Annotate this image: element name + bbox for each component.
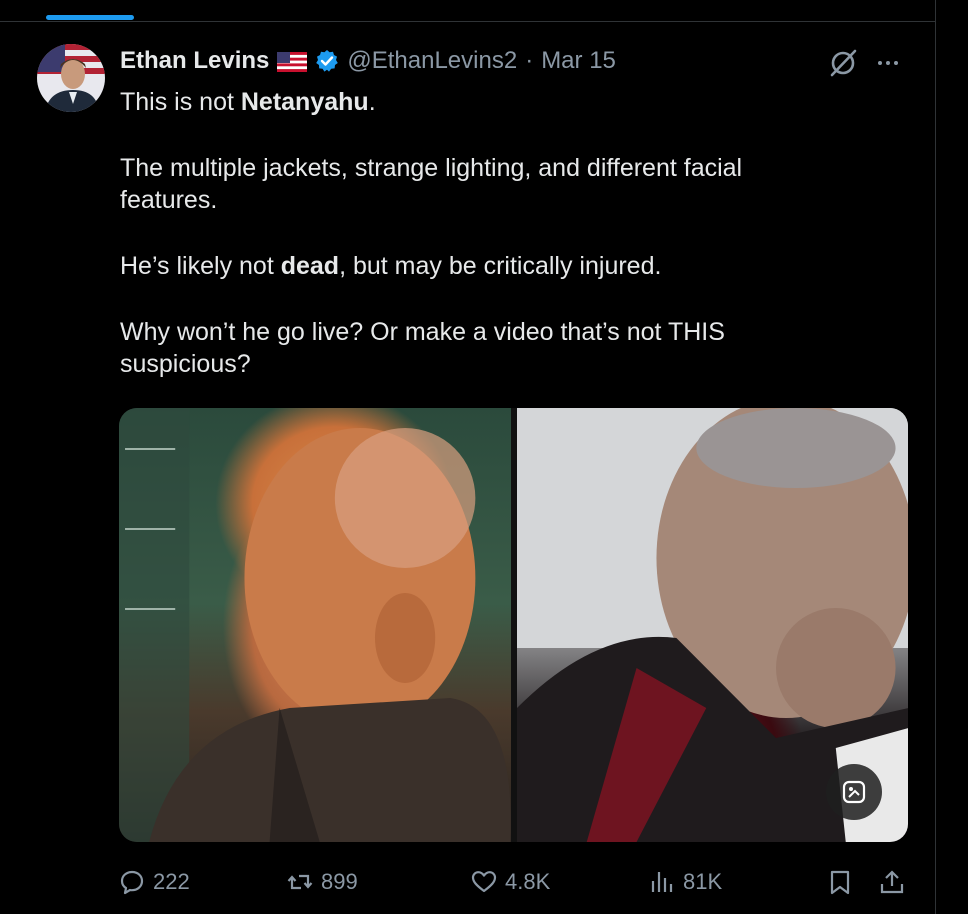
- repost-icon: [287, 874, 313, 890]
- avatar-image: [37, 44, 105, 112]
- share-button[interactable]: [879, 869, 905, 895]
- reply-button[interactable]: 222: [119, 869, 190, 895]
- more-dot: [886, 61, 890, 65]
- post-text: This is not Netanyahu. The multiple jack…: [120, 86, 880, 380]
- media-image-right[interactable]: [516, 408, 908, 842]
- text-segment: , but may be critically injured.: [339, 252, 662, 280]
- text-segment: He’s likely not: [120, 252, 281, 280]
- author-handle[interactable]: @EthanLevins2: [347, 47, 517, 75]
- text-bold-segment: Netanyahu: [240, 88, 369, 116]
- post-header: Ethan Levins @EthanLevins2 · Mar 15: [120, 44, 616, 78]
- column-border: [935, 0, 936, 914]
- active-tab-indicator: [46, 15, 134, 20]
- more-dot: [878, 61, 882, 65]
- like-button[interactable]: 4.8K: [471, 869, 550, 895]
- repost-button[interactable]: 899: [287, 869, 358, 895]
- bookmark-icon: [830, 870, 850, 895]
- views-count: 81K: [683, 869, 723, 894]
- post-paragraph-4: Why won’t he go live? Or make a video th…: [120, 318, 725, 378]
- separator-dot: ·: [525, 47, 534, 74]
- post-media[interactable]: [119, 408, 908, 842]
- us-flag-icon: [277, 51, 308, 72]
- reply-icon: [120, 870, 144, 895]
- post-date[interactable]: Mar 15: [541, 47, 616, 75]
- heart-icon: [471, 871, 497, 893]
- media-image-left[interactable]: [119, 408, 511, 842]
- reply-count: 222: [153, 869, 190, 894]
- views-chart-icon: [651, 872, 673, 892]
- author-name[interactable]: Ethan Levins: [120, 47, 269, 75]
- text-segment: This is not: [120, 88, 241, 116]
- divider: [0, 21, 936, 22]
- tweet-frame: Ethan Levins @EthanLevins2 · Mar 15 This…: [0, 0, 968, 914]
- share-icon: [880, 870, 904, 894]
- text-bold-segment: dead: [280, 252, 340, 280]
- post-paragraph-2: The multiple jackets, strange lighting, …: [120, 154, 743, 214]
- media-photo-left: [119, 408, 511, 842]
- action-bar: 222 899 4.8K 81K: [119, 864, 909, 900]
- views-button[interactable]: 81K: [649, 869, 722, 895]
- like-count: 4.8K: [505, 869, 551, 894]
- verified-badge-icon[interactable]: [315, 49, 339, 73]
- post-paragraph-1: This is not Netanyahu.: [120, 86, 880, 118]
- more-dot: [894, 61, 898, 65]
- post-paragraph-3: He’s likely not dead, but may be critica…: [120, 250, 880, 282]
- grok-icon[interactable]: [828, 48, 858, 78]
- more-dots-icon[interactable]: [878, 58, 908, 68]
- edit-image-icon[interactable]: [826, 764, 882, 820]
- bookmark-button[interactable]: [827, 869, 853, 895]
- text-segment: .: [368, 88, 376, 116]
- repost-count: 899: [321, 869, 358, 894]
- avatar[interactable]: [37, 44, 105, 112]
